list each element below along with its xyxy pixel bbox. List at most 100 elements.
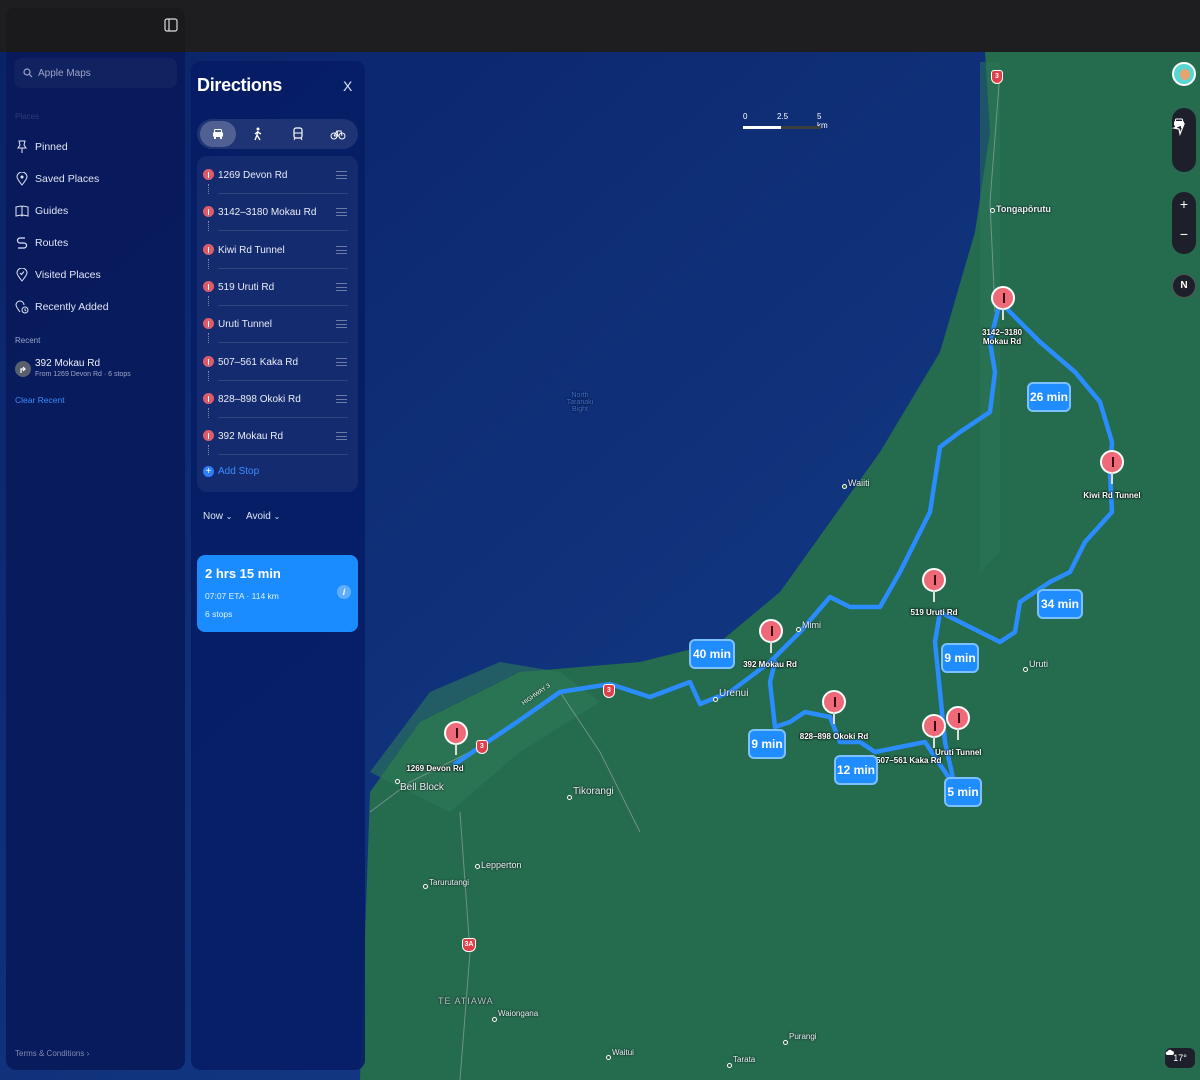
window-toolbar <box>0 0 1200 52</box>
weather-badge: 17° <box>1165 1048 1195 1068</box>
scale-label-mid: 2.5 <box>777 112 789 121</box>
place-label-tongaporutu[interactable]: Tongapōrutu <box>996 204 1051 214</box>
stop-label: 1269 Devon Rd <box>218 170 288 181</box>
route-connector <box>208 259 209 269</box>
stop-marker[interactable] <box>946 706 970 740</box>
place-label-waiongana[interactable]: Waiongana <box>498 1009 538 1018</box>
stop-pin-icon <box>203 318 214 329</box>
place-label-bell-block[interactable]: Bell Block <box>400 782 444 793</box>
place-label-tikorangi[interactable]: Tikorangi <box>573 786 614 797</box>
stop-marker[interactable] <box>1100 450 1124 484</box>
depart-time-label: Now <box>203 511 224 522</box>
search-placeholder: Apple Maps <box>38 67 91 79</box>
account-avatar[interactable] <box>1172 62 1196 86</box>
stop-row[interactable]: Uruti Tunnel <box>197 306 358 343</box>
sidebar-item-visited-places[interactable]: Visited Places <box>15 265 101 285</box>
place-label-urenui[interactable]: Urenui <box>719 688 748 699</box>
place-dot <box>423 884 428 889</box>
search-input[interactable]: Apple Maps <box>14 58 177 88</box>
add-stop-button[interactable]: + Add Stop <box>203 466 259 477</box>
terms-link[interactable]: Terms & Conditions › <box>15 1049 89 1058</box>
sidebar-item-pinned[interactable]: Pinned <box>15 137 68 157</box>
sidebar-item-saved-places[interactable]: Saved Places <box>15 169 99 189</box>
route-stops-count: 6 stops <box>205 609 233 619</box>
directions-panel: Directions X 1269 Devon Rd 3142–3180 Mok… <box>191 61 365 1070</box>
mode-walk-button[interactable] <box>240 121 276 147</box>
drag-handle-icon[interactable] <box>336 246 347 254</box>
place-label-waiiti[interactable]: Waiiti <box>848 478 870 488</box>
depart-time-dropdown[interactable]: Now ⌄ <box>203 511 233 522</box>
recent-route-item[interactable]: 392 Mokau Rd From 1269 Devon Rd · 6 stop… <box>15 358 131 378</box>
place-dot <box>727 1063 732 1068</box>
route-connector <box>208 221 209 231</box>
route-summary-card[interactable]: 2 hrs 15 min 07:07 ETA · 114 km 6 stops … <box>197 555 358 632</box>
route-time-badge[interactable]: 9 min <box>748 729 786 759</box>
route-time-badge[interactable]: 34 min <box>1037 589 1083 619</box>
place-label-purangi[interactable]: Purangi <box>789 1032 817 1041</box>
avoid-label: Avoid <box>246 511 271 522</box>
search-icon <box>23 68 33 78</box>
sidebar-item-routes[interactable]: Routes <box>15 233 68 253</box>
place-label-waitui[interactable]: Waitui <box>612 1048 634 1057</box>
route-time-badge[interactable]: 40 min <box>689 639 735 669</box>
stop-marker[interactable] <box>444 721 468 755</box>
location-arrow-icon[interactable] <box>1172 122 1186 136</box>
stops-list: 1269 Devon Rd 3142–3180 Mokau Rd Kiwi Rd… <box>197 156 358 492</box>
clear-recent-link[interactable]: Clear Recent <box>15 395 65 405</box>
route-time-badge[interactable]: 5 min <box>944 777 982 807</box>
info-icon[interactable]: i <box>337 585 351 599</box>
drag-handle-icon[interactable] <box>336 432 347 440</box>
place-dot <box>492 1017 497 1022</box>
stop-row[interactable]: 507–561 Kaka Rd <box>197 344 358 381</box>
route-connector <box>208 333 209 343</box>
place-label-tarata[interactable]: Tarata <box>733 1055 755 1064</box>
stop-row[interactable]: 3142–3180 Mokau Rd <box>197 194 358 231</box>
avoid-dropdown[interactable]: Avoid ⌄ <box>246 511 280 522</box>
place-label-lepperton[interactable]: Lepperton <box>481 860 522 870</box>
sidebar-toggle-icon[interactable] <box>164 18 178 32</box>
close-button[interactable]: X <box>343 79 355 93</box>
zoom-out-button[interactable]: − <box>1180 226 1188 242</box>
stop-row[interactable]: 1269 Devon Rd <box>197 157 358 194</box>
drag-handle-icon[interactable] <box>336 358 347 366</box>
place-label-tarurutangi[interactable]: Tarurutangi <box>429 878 469 887</box>
route-time-badge[interactable]: 12 min <box>834 755 878 785</box>
stop-marker[interactable] <box>759 619 783 653</box>
mode-cycle-button[interactable] <box>320 121 356 147</box>
sidebar-item-guides[interactable]: Guides <box>15 201 68 221</box>
stop-marker[interactable] <box>991 286 1015 320</box>
stop-marker[interactable] <box>922 568 946 602</box>
transport-mode-picker <box>197 119 358 149</box>
chevron-down-icon: ⌄ <box>273 512 281 521</box>
drag-handle-icon[interactable] <box>336 171 347 179</box>
place-dot <box>713 697 718 702</box>
route-connector <box>208 408 209 418</box>
book-icon <box>15 205 29 217</box>
add-stop-label: Add Stop <box>218 466 260 477</box>
mode-transit-button[interactable] <box>280 121 316 147</box>
route-time-badge[interactable]: 26 min <box>1027 382 1071 412</box>
drag-handle-icon[interactable] <box>336 208 347 216</box>
stop-row[interactable]: 392 Mokau Rd <box>197 418 358 455</box>
zoom-in-button[interactable]: + <box>1180 196 1188 212</box>
stop-pin-icon <box>203 206 214 217</box>
compass-button[interactable]: N <box>1172 274 1196 298</box>
cloud-icon <box>1165 1049 1174 1055</box>
route-time-badge[interactable]: 9 min <box>941 643 979 673</box>
stop-marker[interactable] <box>822 690 846 724</box>
stop-marker[interactable] <box>922 714 946 748</box>
drag-handle-icon[interactable] <box>336 283 347 291</box>
drag-handle-icon[interactable] <box>336 395 347 403</box>
recent-route-subtitle: From 1269 Devon Rd · 6 stops <box>35 371 131 378</box>
mode-drive-button[interactable] <box>200 121 236 147</box>
stop-row[interactable]: 828–898 Okoki Rd <box>197 381 358 418</box>
drag-handle-icon[interactable] <box>336 320 347 328</box>
stop-row[interactable]: 519 Uruti Rd <box>197 269 358 306</box>
stop-label: 519 Uruti Rd <box>218 282 275 293</box>
sidebar-item-recently-added[interactable]: Recently Added <box>15 297 109 317</box>
stop-pin-icon <box>203 281 214 292</box>
stop-row[interactable]: Kiwi Rd Tunnel <box>197 232 358 269</box>
place-label-uruti[interactable]: Uruti <box>1029 659 1048 669</box>
recent-section-label: Recent <box>15 336 41 345</box>
place-label-mimi[interactable]: Mimi <box>802 620 821 630</box>
